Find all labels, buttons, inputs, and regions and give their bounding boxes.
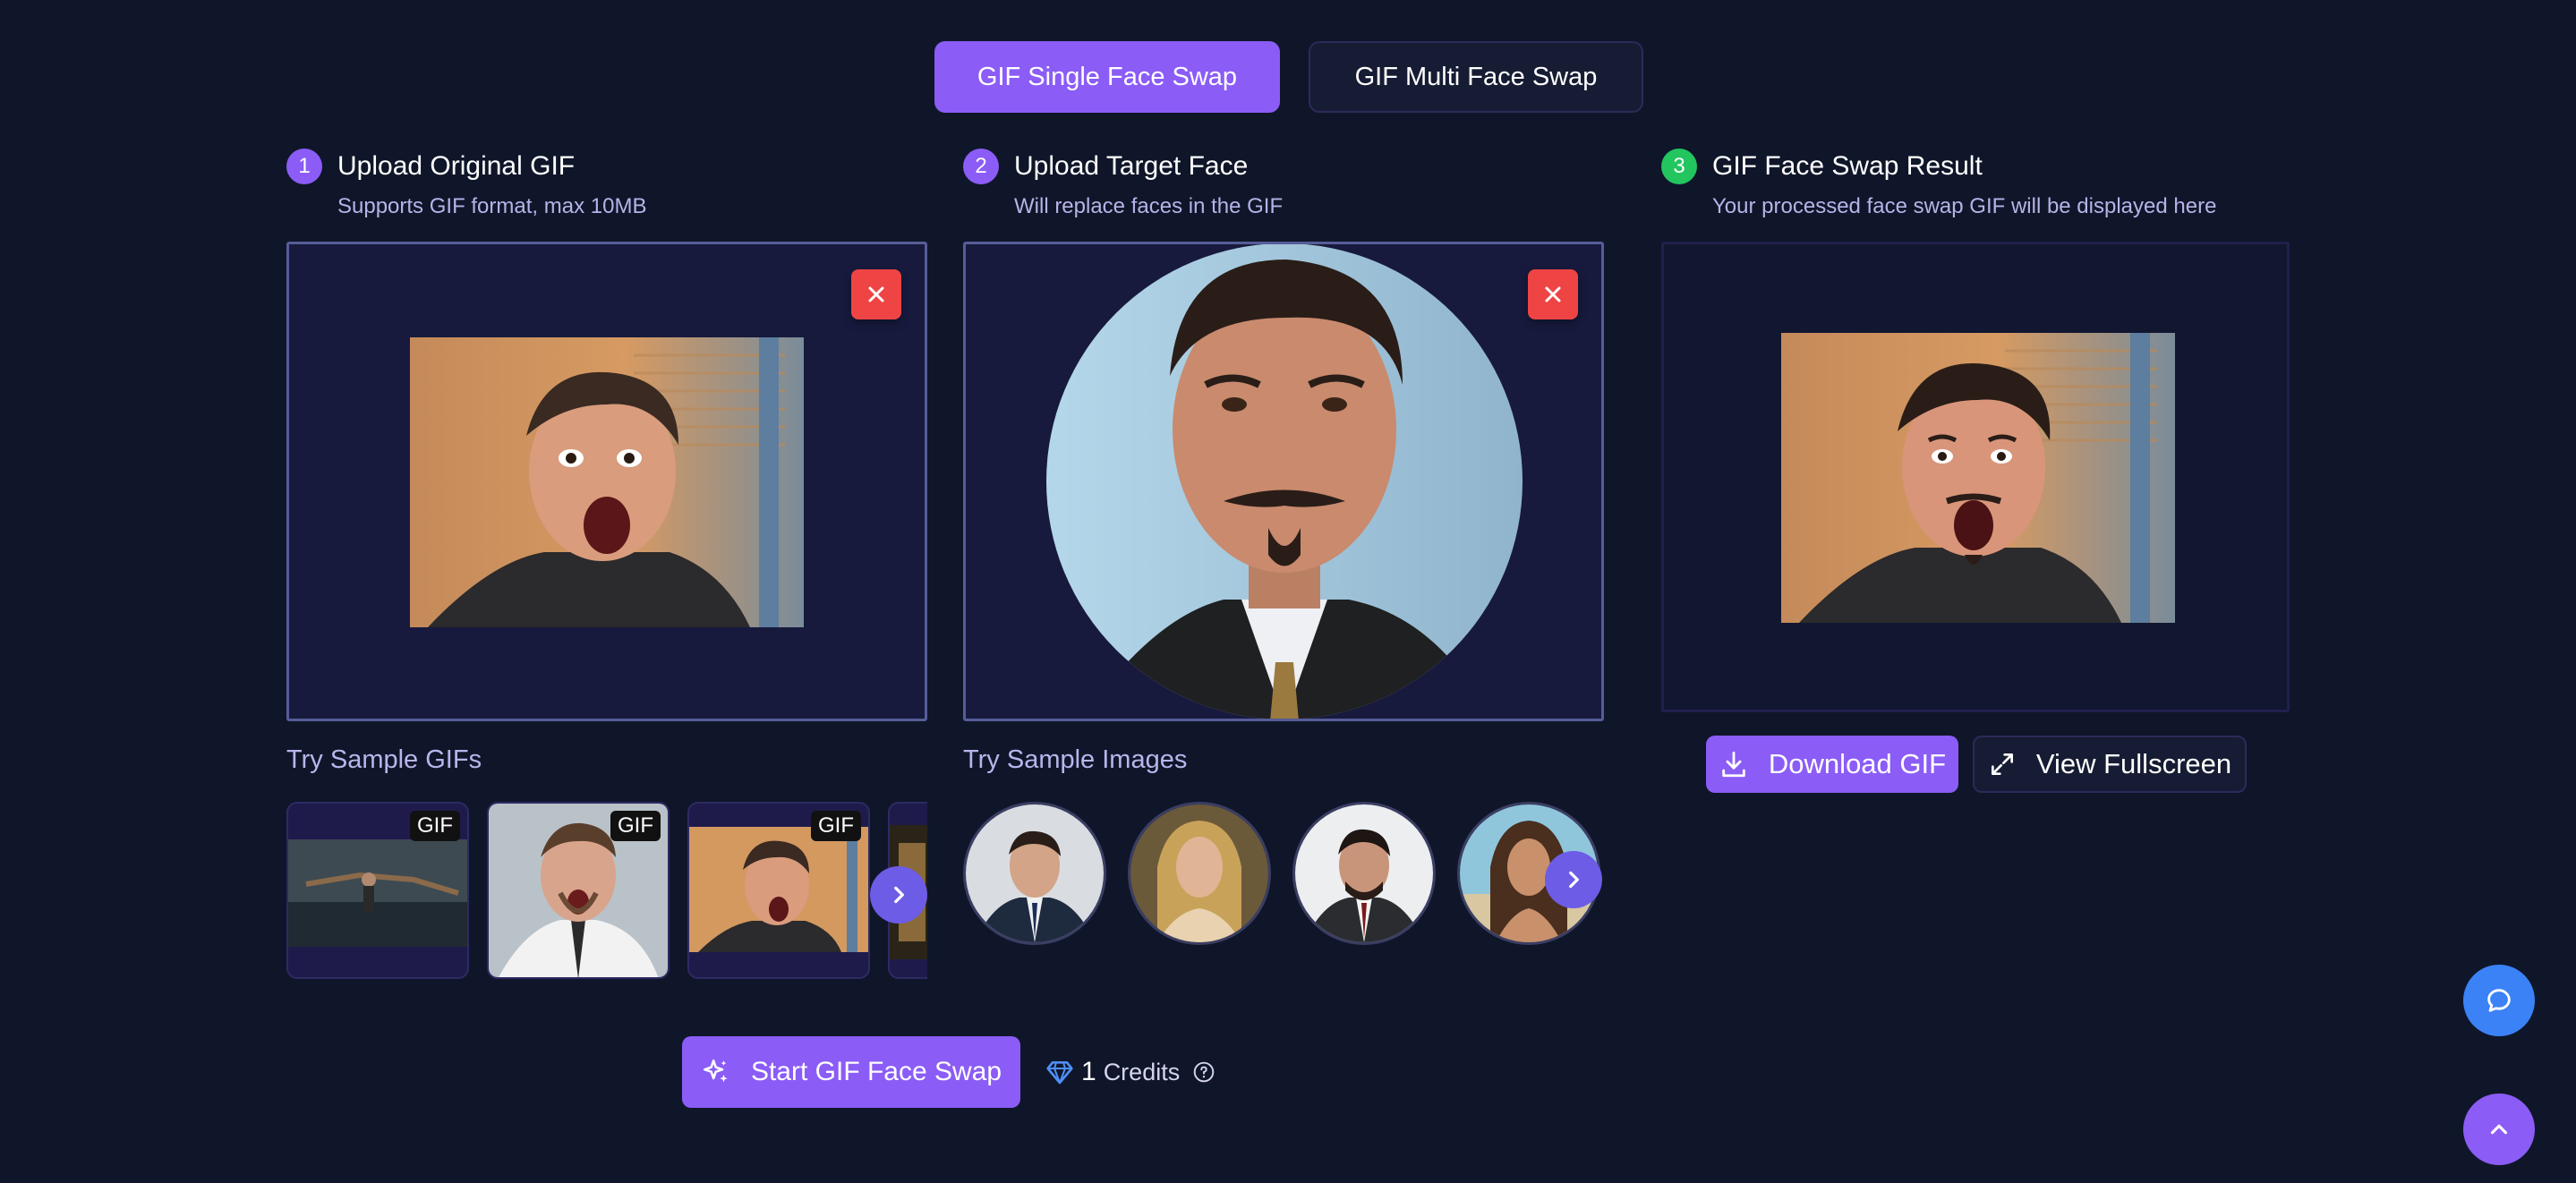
start-gif-face-swap-label: Start GIF Face Swap (750, 1057, 1002, 1086)
gifs-carousel-next-button[interactable] (870, 866, 927, 923)
gif-badge: GIF (610, 811, 661, 841)
sample-gif-3[interactable]: GIF (687, 802, 870, 979)
close-icon (1545, 286, 1561, 302)
images-carousel-next-button[interactable] (1545, 851, 1602, 908)
original-gif-upload-area[interactable] (286, 242, 927, 721)
tab-label: GIF Single Face Swap (977, 62, 1238, 91)
step-subtitle: Will replace faces in the GIF (1014, 194, 1284, 218)
chevron-right-icon (894, 886, 904, 904)
expand-icon (1991, 753, 2013, 775)
download-icon (1722, 751, 1745, 778)
remove-gif-button[interactable] (851, 269, 901, 319)
step-number: 2 (963, 149, 999, 184)
step-title: Upload Target Face (1014, 151, 1249, 181)
sample-image-thumbnail (1295, 804, 1433, 942)
remove-face-button[interactable] (1528, 269, 1578, 319)
tab-gif-multi-face-swap[interactable]: GIF Multi Face Swap (1309, 41, 1643, 113)
download-gif-label: Download GIF (1768, 748, 1947, 779)
credits-label: Credits (1103, 1058, 1181, 1085)
step-2-header: 2 Upload Target Face Will replace faces … (963, 149, 1283, 220)
sample-image-2[interactable] (1128, 802, 1271, 945)
sample-gif-1[interactable]: GIF (286, 802, 469, 979)
scroll-to-top-button[interactable] (2463, 1094, 2535, 1165)
result-preview-area (1661, 242, 2290, 712)
chevron-up-icon (2490, 1124, 2508, 1135)
start-gif-face-swap-button[interactable]: Start GIF Face Swap (682, 1036, 1020, 1108)
tab-label: GIF Multi Face Swap (1354, 62, 1598, 91)
chat-button[interactable] (2463, 965, 2535, 1036)
step-title: Upload Original GIF (337, 151, 576, 181)
step-subtitle: Supports GIF format, max 10MB (337, 194, 647, 218)
credits-count: 1 (1081, 1057, 1096, 1086)
sample-gif-thumbnail (689, 827, 868, 952)
view-fullscreen-button[interactable]: View Fullscreen (1973, 736, 2247, 793)
step-number: 1 (286, 149, 322, 184)
credits-indicator: 1 Credits (1045, 1052, 1215, 1092)
step-number: 3 (1661, 149, 1697, 184)
sample-image-thumbnail (1130, 804, 1268, 942)
help-circle-icon[interactable] (1192, 1060, 1215, 1084)
gif-badge: GIF (410, 811, 460, 841)
sample-gifs-title: Try Sample GIFs (286, 745, 482, 774)
download-gif-button[interactable]: Download GIF (1706, 736, 1958, 793)
step-title: GIF Face Swap Result (1712, 151, 1983, 181)
target-face-upload-area[interactable] (963, 242, 1604, 721)
close-icon (868, 286, 884, 302)
result-gif-preview (1781, 333, 2175, 623)
sparkles-icon (703, 1059, 728, 1083)
chevron-right-icon (1569, 871, 1579, 889)
sample-images-title: Try Sample Images (963, 745, 1188, 774)
step-3-header: 3 GIF Face Swap Result Your processed fa… (1661, 149, 2216, 220)
sample-image-3[interactable] (1292, 802, 1436, 945)
gif-badge: GIF (811, 811, 861, 841)
view-fullscreen-label: View Fullscreen (2035, 748, 2232, 779)
original-gif-preview (410, 337, 804, 627)
sample-gif-thumbnail (288, 839, 467, 947)
sample-gif-2[interactable]: GIF (487, 802, 670, 979)
chat-icon (2487, 989, 2511, 1012)
tab-gif-single-face-swap[interactable]: GIF Single Face Swap (934, 41, 1280, 113)
step-1-header: 1 Upload Original GIF Supports GIF forma… (286, 149, 646, 220)
sample-image-thumbnail (966, 804, 1104, 942)
sample-image-1[interactable] (963, 802, 1106, 945)
diamond-icon (1046, 1061, 1073, 1085)
step-subtitle: Your processed face swap GIF will be dis… (1712, 194, 2217, 218)
sample-gifs-carousel: GIF GIF GIF (286, 802, 927, 981)
target-face-preview (1046, 244, 1523, 719)
